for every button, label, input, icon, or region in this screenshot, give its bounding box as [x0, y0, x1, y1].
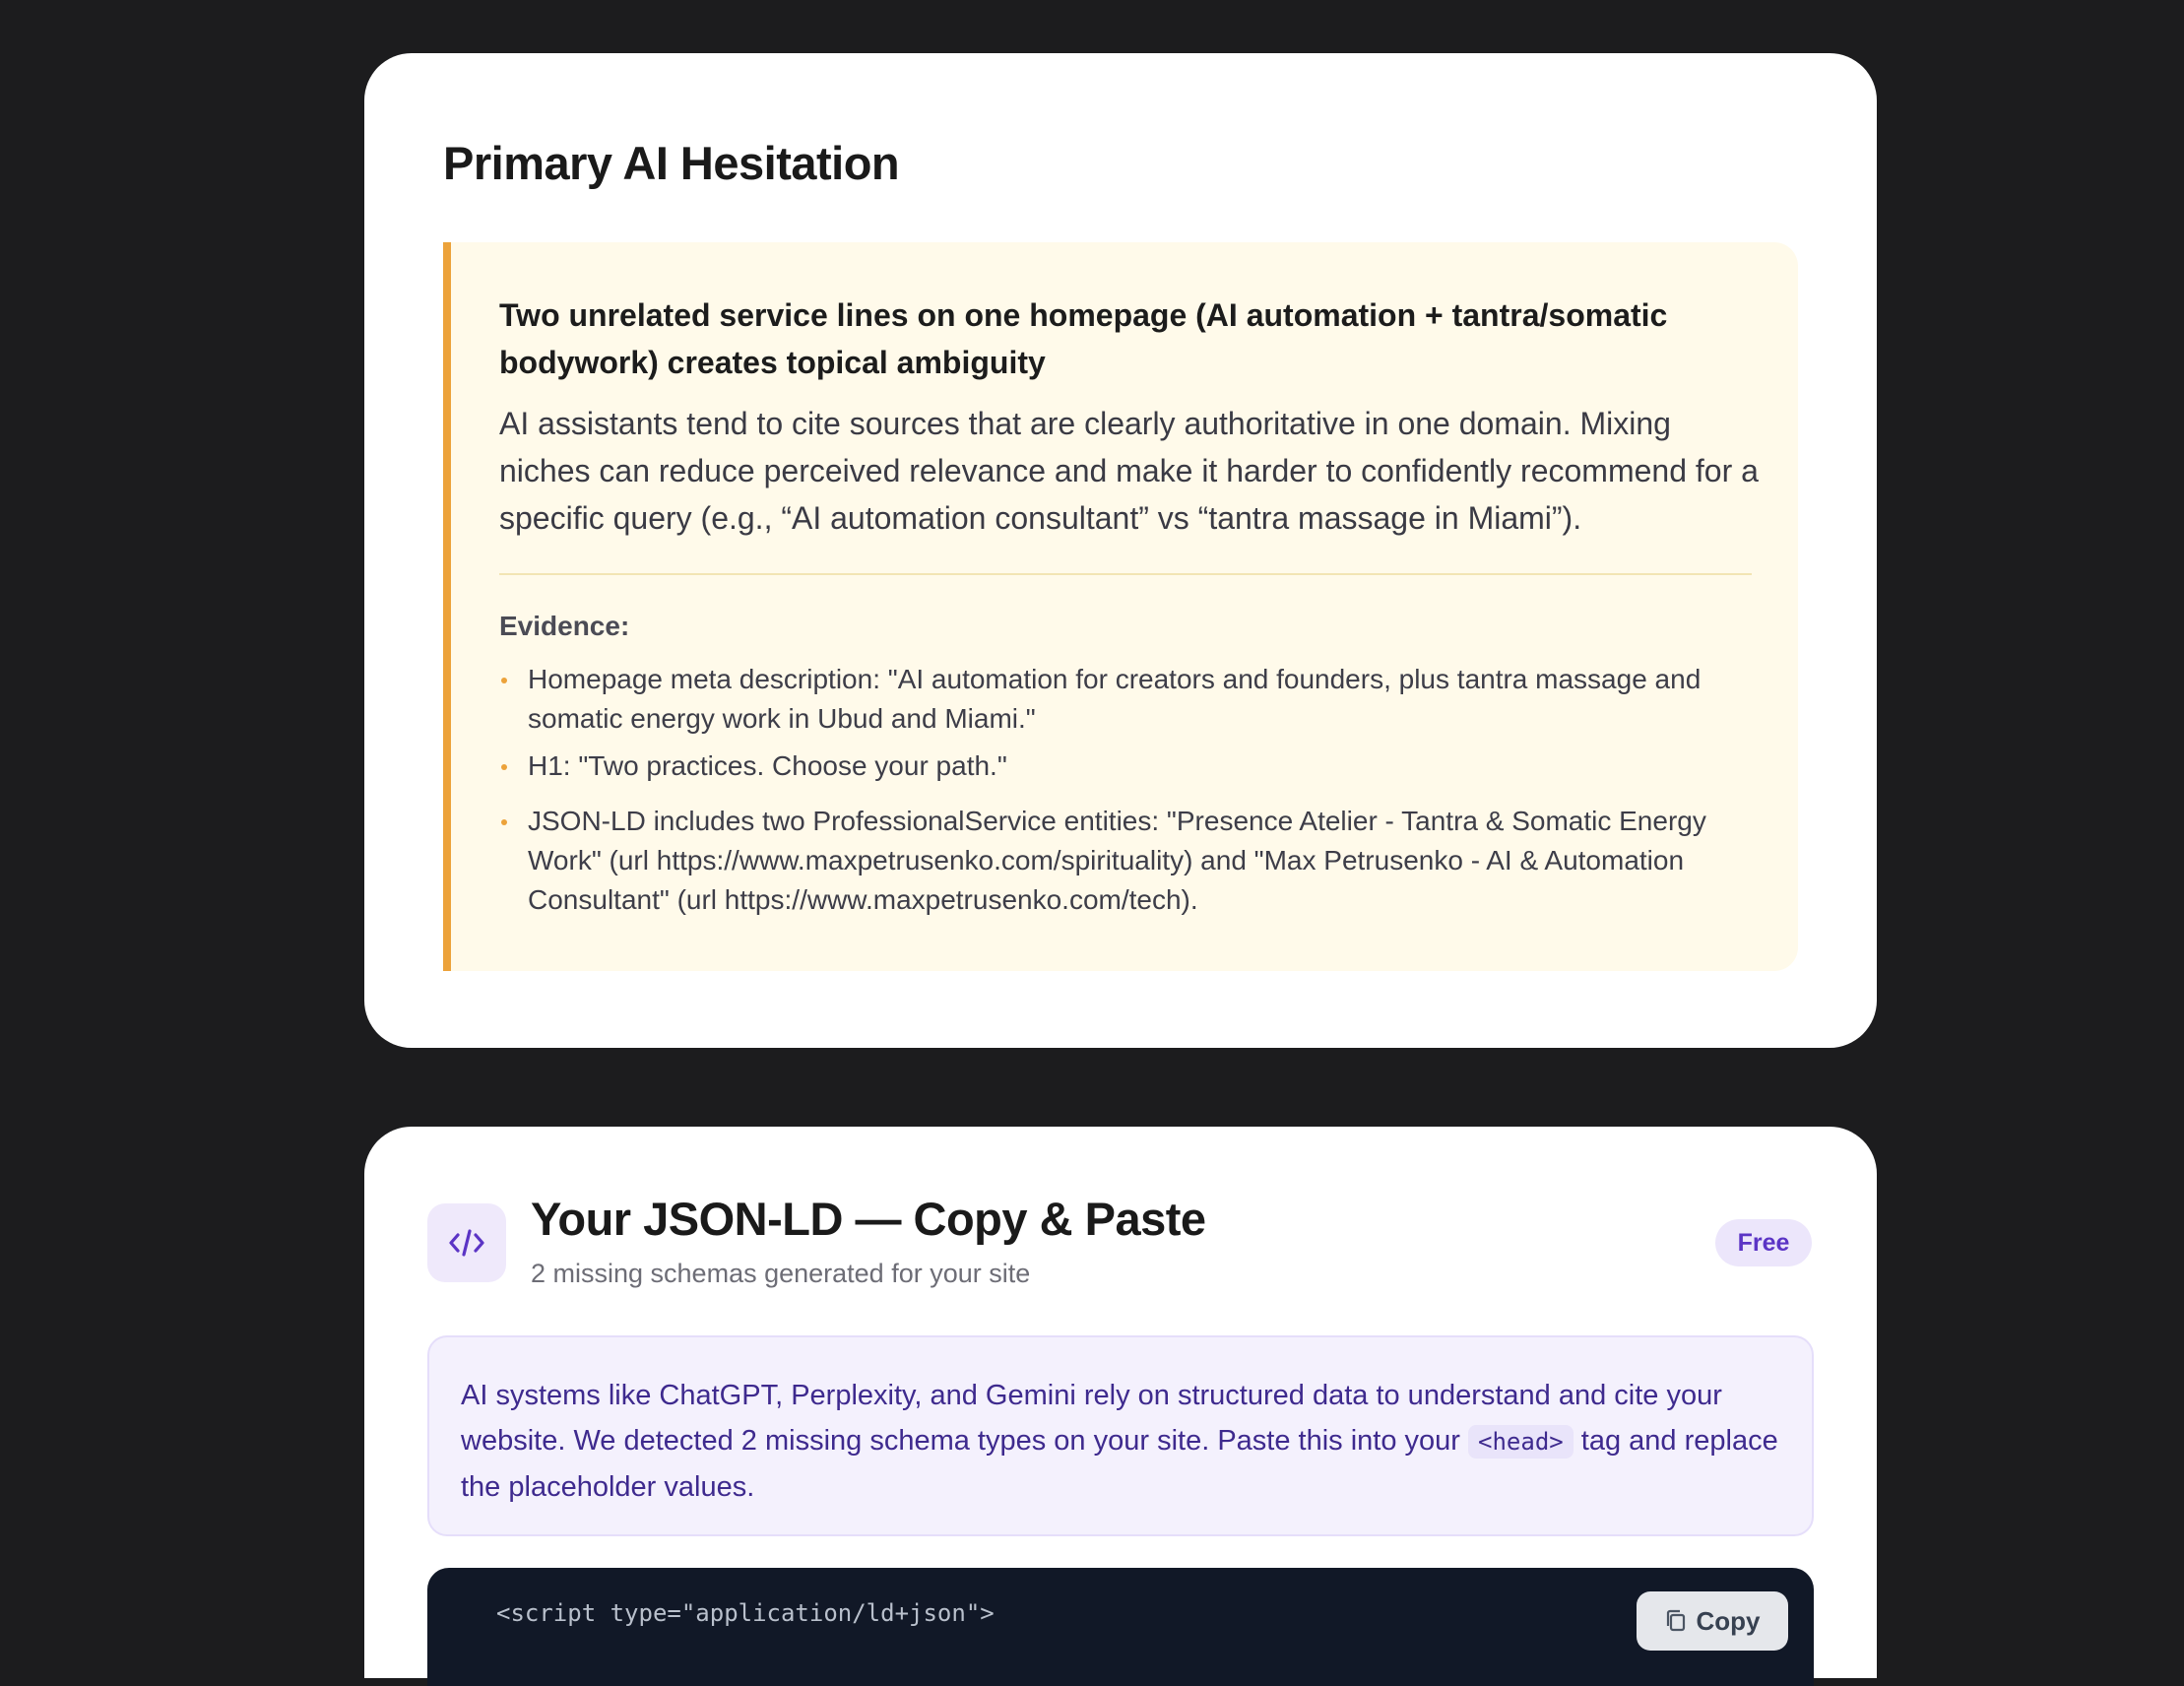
callout-divider — [499, 573, 1752, 575]
jsonld-title: Your JSON-LD — Copy & Paste — [531, 1193, 1206, 1245]
code-line: <script type="application/ld+json"> — [496, 1599, 995, 1627]
evidence-list: Homepage meta description: "AI automatio… — [499, 660, 1769, 928]
hesitation-card: Primary AI Hesitation Two unrelated serv… — [364, 53, 1877, 1048]
evidence-item: Homepage meta description: "AI automatio… — [499, 660, 1769, 739]
jsonld-code-block: <script type="application/ld+json"> Copy — [427, 1568, 1814, 1686]
bullet-dot-icon — [501, 764, 507, 770]
hesitation-heading: Primary AI Hesitation — [443, 137, 900, 189]
hesitation-description: AI assistants tend to cite sources that … — [499, 406, 1759, 536]
evidence-item: H1: "Two practices. Choose your path." — [499, 746, 1769, 786]
copy-button[interactable]: Copy — [1637, 1591, 1788, 1651]
head-tag-code: <head> — [1468, 1425, 1574, 1459]
bullet-dot-icon — [501, 819, 507, 825]
bullet-dot-icon — [501, 678, 507, 683]
copy-icon — [1666, 1609, 1685, 1632]
evidence-label: Evidence: — [499, 611, 630, 641]
free-badge: Free — [1715, 1219, 1812, 1266]
jsonld-card: Your JSON-LD — Copy & Paste 2 missing sc… — [364, 1127, 1877, 1686]
jsonld-info-box: AI systems like ChatGPT, Perplexity, and… — [427, 1335, 1814, 1536]
hesitation-title: Two unrelated service lines on one homep… — [499, 297, 1668, 380]
jsonld-info-text: AI systems like ChatGPT, Perplexity, and… — [461, 1380, 1778, 1503]
hesitation-callout: Two unrelated service lines on one homep… — [443, 242, 1798, 971]
copy-label: Copy — [1696, 1605, 1761, 1636]
jsonld-subtitle: 2 missing schemas generated for your sit… — [531, 1259, 1031, 1288]
code-icon — [427, 1203, 506, 1282]
evidence-item: JSON-LD includes two ProfessionalService… — [499, 802, 1769, 920]
